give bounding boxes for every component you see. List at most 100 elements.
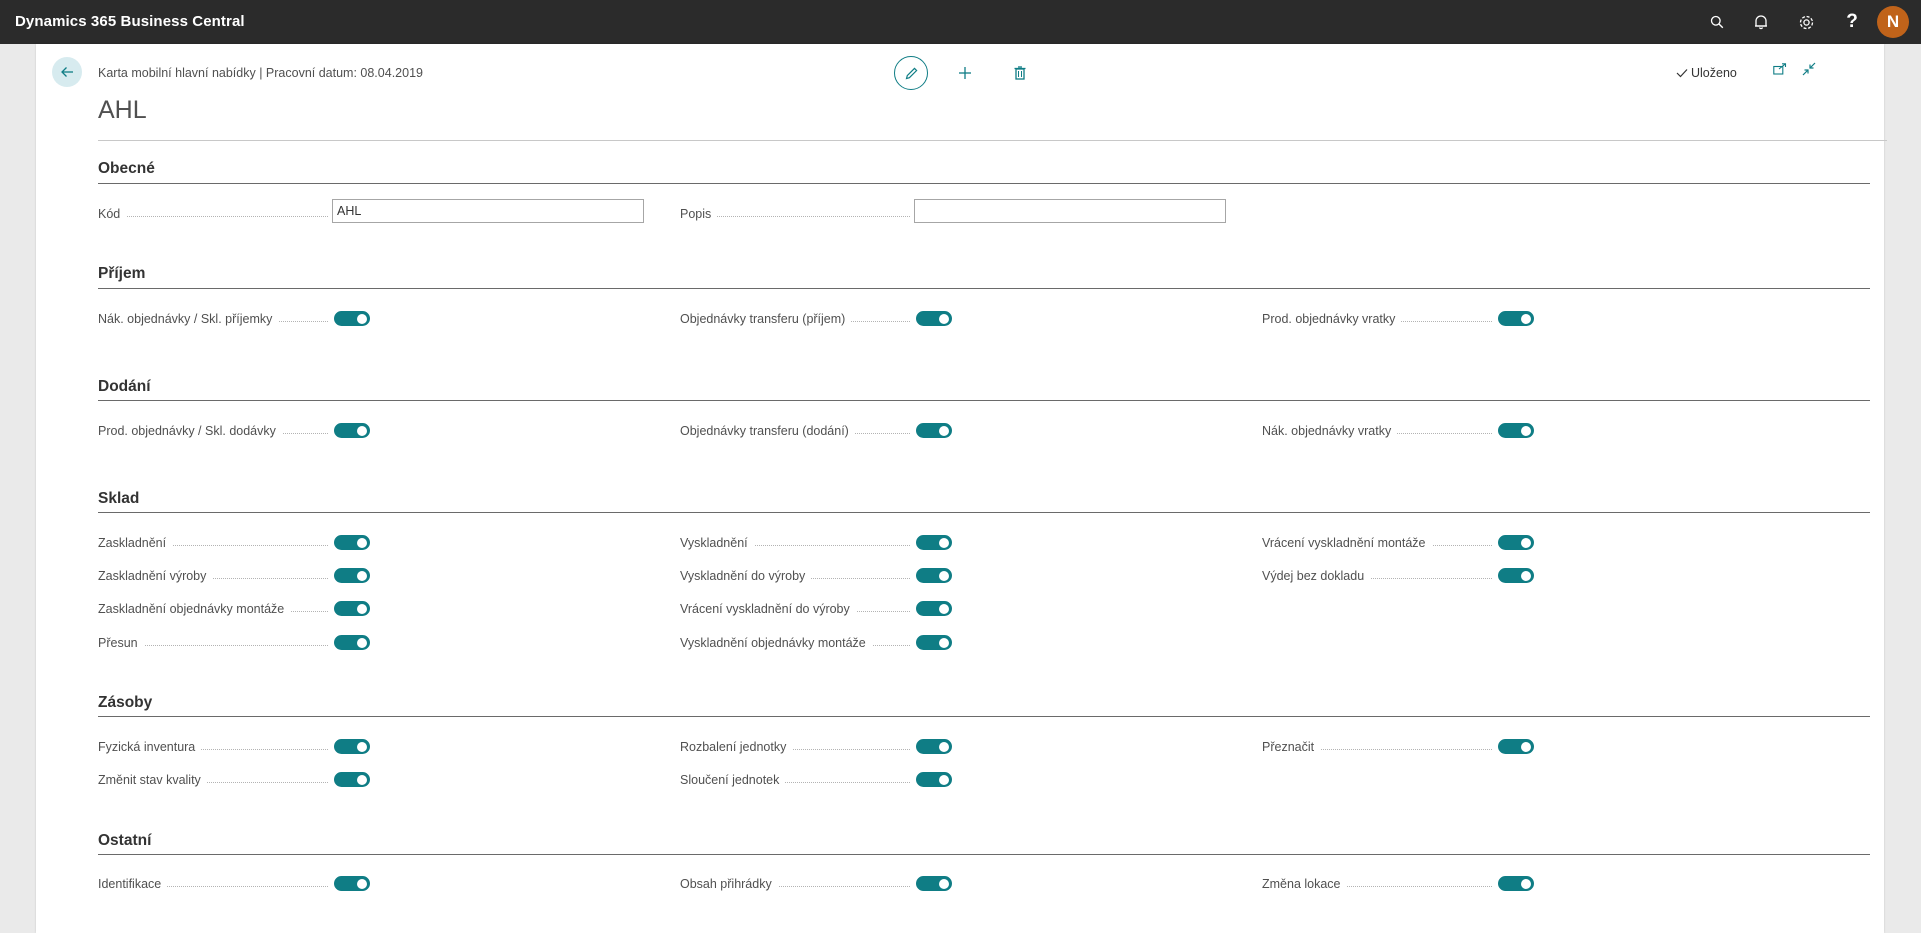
toggle-switch[interactable]	[334, 423, 370, 438]
open-in-new-window-icon	[1773, 63, 1787, 75]
field-shipment-3: Nák. objednávky vratky	[1262, 421, 1534, 441]
collapse-icon	[1802, 62, 1816, 76]
field-label: Vyskladnění	[680, 536, 754, 550]
field-label: Změnit stav kvality	[98, 773, 207, 787]
toggle-switch[interactable]	[916, 772, 952, 787]
delete-button[interactable]	[1003, 56, 1037, 90]
search-icon[interactable]	[1697, 0, 1737, 44]
toggle-switch[interactable]	[916, 635, 952, 650]
field-code-label: Kód	[98, 207, 127, 221]
new-button[interactable]	[948, 56, 982, 90]
bell-icon[interactable]	[1741, 0, 1781, 44]
app-title[interactable]: Dynamics 365 Business Central	[15, 0, 245, 44]
toggle-switch[interactable]	[916, 601, 952, 616]
field-label: Přesun	[98, 636, 144, 650]
toggle-switch[interactable]	[334, 311, 370, 326]
collapse-button[interactable]	[1798, 58, 1820, 80]
toggle-switch[interactable]	[1498, 739, 1534, 754]
field-warehouse-4: Přesun	[98, 633, 370, 653]
field-warehouse-9: Vrácení vyskladnění montáže	[1262, 533, 1534, 553]
field-label: Vrácení vyskladnění do výroby	[680, 602, 856, 616]
section-divider	[98, 183, 1870, 184]
field-label: Prod. objednávky vratky	[1262, 312, 1402, 326]
field-label: Přeznačit	[1262, 740, 1321, 754]
toggle-switch[interactable]	[334, 739, 370, 754]
pencil-icon	[905, 67, 917, 79]
section-shipment-title[interactable]: Dodání	[98, 378, 151, 396]
toggle-switch[interactable]	[916, 535, 952, 550]
field-inventory-2: Změnit stav kvality	[98, 770, 370, 790]
toggle-switch[interactable]	[1498, 423, 1534, 438]
field-label: Identifikace	[98, 877, 168, 891]
field-warehouse-8: Vyskladnění objednávky montáže	[680, 633, 952, 653]
field-label: Obsah přihrádky	[680, 877, 778, 891]
checkmark-icon	[1676, 69, 1688, 78]
toggle-switch[interactable]	[334, 568, 370, 583]
section-warehouse-title[interactable]: Sklad	[98, 490, 139, 508]
toggle-switch[interactable]	[916, 311, 952, 326]
toggle-switch[interactable]	[334, 876, 370, 891]
field-code: Kód	[98, 204, 368, 224]
field-description: Popis	[680, 204, 950, 224]
field-label: Vyskladnění objednávky montáže	[680, 636, 872, 650]
toggle-switch[interactable]	[334, 601, 370, 616]
field-inventory-1: Fyzická inventura	[98, 737, 370, 757]
user-avatar[interactable]: N	[1877, 6, 1909, 38]
field-label: Změna lokace	[1262, 877, 1347, 891]
section-general-title[interactable]: Obecné	[98, 160, 155, 178]
toggle-switch[interactable]	[334, 535, 370, 550]
toggle-switch[interactable]	[1498, 568, 1534, 583]
field-inventory-5: Přeznačit	[1262, 737, 1534, 757]
field-label: Výdej bez dokladu	[1262, 569, 1371, 583]
trash-icon	[1014, 66, 1026, 80]
field-other-2: Obsah přihrádky	[680, 874, 952, 894]
saved-status: Uloženo	[1676, 66, 1737, 80]
field-receipt-1: Nák. objednávky / Skl. příjemky	[98, 309, 370, 329]
toggle-switch[interactable]	[334, 772, 370, 787]
field-label: Sloučení jednotek	[680, 773, 786, 787]
section-divider	[98, 288, 1870, 289]
page-title: AHL	[98, 96, 147, 124]
field-label: Rozbalení jednotky	[680, 740, 793, 754]
description-input[interactable]	[914, 199, 1226, 223]
open-new-window-button[interactable]	[1769, 58, 1791, 80]
saved-status-text: Uloženo	[1691, 66, 1737, 80]
section-inventory-title[interactable]: Zásoby	[98, 694, 152, 712]
gear-icon[interactable]	[1786, 0, 1826, 44]
field-receipt-2: Objednávky transferu (příjem)	[680, 309, 952, 329]
leader-dots	[98, 216, 328, 217]
help-glyph: ?	[1846, 11, 1858, 32]
top-bar: Dynamics 365 Business Central ? N	[0, 0, 1921, 44]
section-divider	[98, 400, 1870, 401]
field-inventory-4: Sloučení jednotek	[680, 770, 952, 790]
field-label: Nák. objednávky / Skl. příjemky	[98, 312, 279, 326]
field-warehouse-3: Zaskladnění objednávky montáže	[98, 599, 370, 619]
field-warehouse-6: Vyskladnění do výroby	[680, 566, 952, 586]
toggle-switch[interactable]	[1498, 311, 1534, 326]
page-card: Karta mobilní hlavní nabídky | Pracovní …	[36, 44, 1887, 933]
field-description-label: Popis	[680, 207, 718, 221]
toggle-switch[interactable]	[1498, 876, 1534, 891]
back-button[interactable]	[52, 57, 82, 87]
toggle-switch[interactable]	[334, 635, 370, 650]
toggle-switch[interactable]	[916, 739, 952, 754]
field-warehouse-7: Vrácení vyskladnění do výroby	[680, 599, 952, 619]
code-input[interactable]	[332, 199, 644, 223]
toggle-switch[interactable]	[916, 876, 952, 891]
field-label: Zaskladnění objednávky montáže	[98, 602, 291, 616]
toggle-switch[interactable]	[1498, 535, 1534, 550]
field-label: Fyzická inventura	[98, 740, 202, 754]
toggle-switch[interactable]	[916, 568, 952, 583]
field-inventory-3: Rozbalení jednotky	[680, 737, 952, 757]
toggle-switch[interactable]	[916, 423, 952, 438]
field-label: Vrácení vyskladnění montáže	[1262, 536, 1432, 550]
section-divider	[98, 716, 1870, 717]
field-shipment-2: Objednávky transferu (dodání)	[680, 421, 952, 441]
section-other-title[interactable]: Ostatní	[98, 832, 151, 850]
help-icon[interactable]: ?	[1832, 0, 1872, 44]
edit-button[interactable]	[894, 56, 928, 90]
section-receipt-title[interactable]: Příjem	[98, 265, 145, 283]
field-label: Objednávky transferu (příjem)	[680, 312, 852, 326]
page-caption: Karta mobilní hlavní nabídky | Pracovní …	[98, 66, 423, 80]
field-warehouse-10: Výdej bez dokladu	[1262, 566, 1534, 586]
